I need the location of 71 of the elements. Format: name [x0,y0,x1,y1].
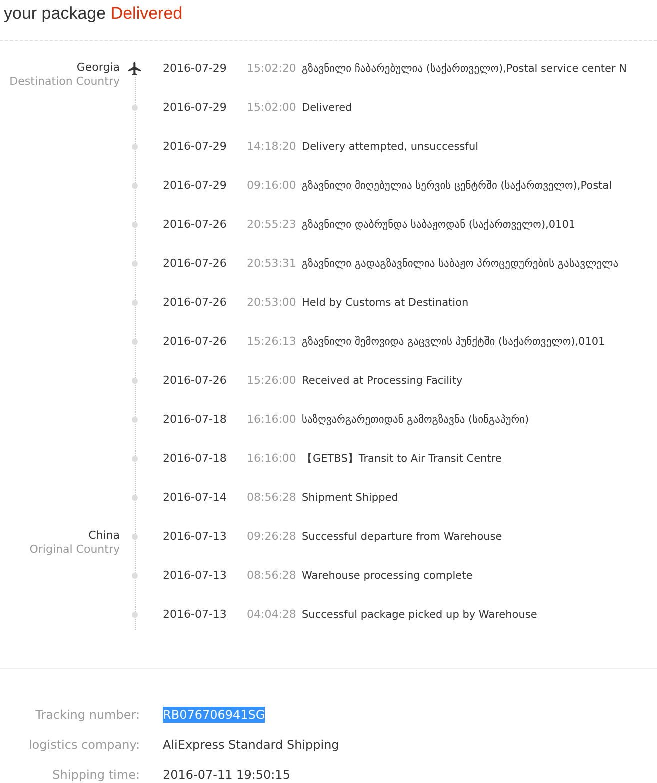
event-date: 2016-07-26 [162,334,228,350]
event-time: 08:56:28 [246,490,298,506]
country-role: Destination Country [10,75,120,89]
detail-value: AliExpress Standard Shipping [163,737,340,753]
event-description: 【GETBS】Transit to Air Transit Centre [301,452,503,467]
timeline-dot [132,105,138,111]
page-title: your package Delivered [3,3,184,25]
timeline-dot [132,222,138,228]
event-time: 15:02:20 [246,61,298,77]
status-text: Delivered [110,4,183,23]
event-description: Delivery attempted, unsuccessful [301,140,480,155]
event-time: 15:26:00 [246,373,298,389]
event-time: 20:53:00 [246,295,298,311]
event-date: 2016-07-18 [162,451,228,467]
event-date: 2016-07-29 [162,139,228,155]
event-description: Successful departure from Warehouse [301,530,504,545]
event-date: 2016-07-13 [162,607,228,623]
timeline-dot [132,183,138,189]
country-role: Original Country [30,543,120,557]
event-time: 16:16:00 [246,451,298,467]
timeline-dot [132,261,138,267]
event-date: 2016-07-13 [162,529,228,545]
detail-label: logistics company: [28,737,140,753]
event-time: 09:16:00 [246,178,298,194]
timeline-dot [132,534,138,540]
event-description: საზღვარგარეთიდან გამოგზავნა (სინგაპური) [301,413,530,428]
event-time: 09:26:28 [246,529,298,545]
event-date: 2016-07-26 [162,295,228,311]
timeline-dot [132,612,138,618]
event-description: Shipment Shipped [301,491,400,506]
event-date: 2016-07-26 [162,256,228,272]
detail-label: Shipping time: [52,767,140,783]
event-time: 20:55:23 [246,217,298,233]
detail-value: 2016-07-11 19:50:15 [163,767,290,783]
event-date: 2016-07-29 [162,100,228,116]
timeline-dot [132,144,138,150]
event-description: Successful package picked up by Warehouse [301,608,538,623]
event-description: გზავნილი დაბრუნდა საბაჟოდან (საქართველო),0101 [301,218,577,233]
event-time: 20:53:31 [246,256,298,272]
event-time: 15:02:00 [246,100,298,116]
event-description: გზავნილი გადაგზავნილია საბაჟო პროცედურების გასავლელა [301,257,620,272]
detail-value: RB076706941SG [163,707,266,723]
event-date: 2016-07-18 [162,412,228,428]
timeline-dot [132,300,138,306]
country-name: Georgia [76,61,120,75]
event-description: გზავნილი შემოვიდა გაცვლის პუნქტში (საქართველო),0101 [301,335,606,350]
event-date: 2016-07-26 [162,373,228,389]
event-time: 16:16:00 [246,412,298,428]
event-description: Warehouse processing complete [301,569,474,584]
event-time: 04:04:28 [246,607,298,623]
timeline-dot [132,573,138,579]
event-description: გზავნილი მიღებულია სერვის ცენტრში (საქართველო),Postal [301,179,614,194]
event-date: 2016-07-26 [162,217,228,233]
event-date: 2016-07-13 [162,568,228,584]
event-date: 2016-07-29 [162,178,228,194]
event-description: Delivered [301,101,354,116]
timeline-dot [132,495,138,501]
event-description: Held by Customs at Destination [301,296,470,311]
event-date: 2016-07-14 [162,490,228,506]
timeline-dot [132,339,138,345]
detail-label: Tracking number: [34,707,140,723]
event-time: 14:18:20 [246,139,298,155]
event-time: 08:56:28 [246,568,298,584]
timeline-dot [132,456,138,462]
timeline-dot [132,417,138,423]
event-time: 15:26:13 [246,334,298,350]
event-description: გზავნილი ჩაბარებულია (საქართველო),Postal service center N [301,62,628,77]
event-description: Received at Processing Facility [301,374,464,389]
event-date: 2016-07-29 [162,61,228,77]
timeline-dot [132,378,138,384]
country-name: China [88,529,120,543]
